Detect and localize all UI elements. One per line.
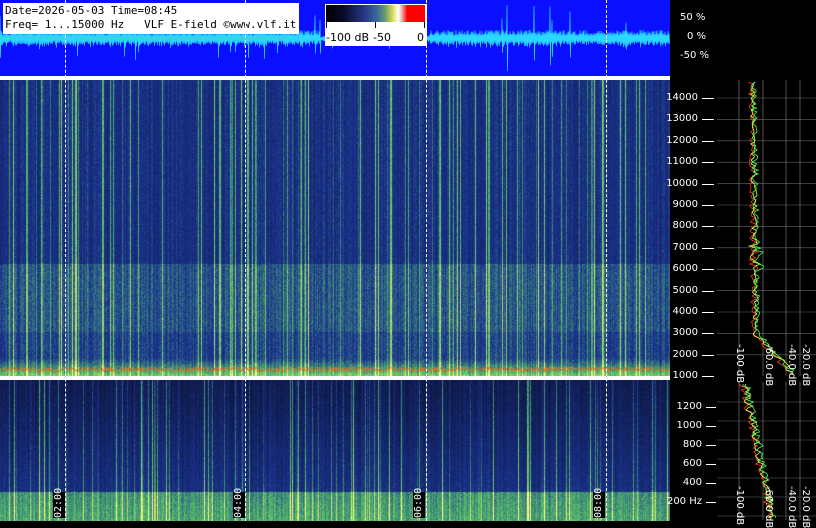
frequency-tick-label: 2000 xyxy=(672,348,698,360)
frequency-tick xyxy=(702,269,714,271)
color-scale-mid: -50 xyxy=(373,31,391,44)
vlf-spectrogram-display: Date=2026-05-03 Time=08:45 Freq= 1...150… xyxy=(0,0,816,528)
waveform-scale-0: 0 % xyxy=(687,31,707,42)
frequency-tick-label: 7000 xyxy=(672,241,698,253)
color-scale: -100 dB -50 0 xyxy=(325,4,427,46)
frequency-tick-label: 6000 xyxy=(672,263,698,275)
time-label: 02:00 xyxy=(53,487,65,518)
time-gridline xyxy=(606,0,607,521)
frequency-tick-label: 1000 xyxy=(676,420,702,431)
frequency-tick xyxy=(702,162,714,164)
frequency-tick-label: 8000 xyxy=(672,220,698,232)
frequency-tick xyxy=(702,376,714,378)
time-gridline xyxy=(65,0,66,521)
psd-level-label: -40.0 dB xyxy=(786,344,797,387)
time-label: 08:00 xyxy=(593,487,605,518)
date-time-label: Date=2026-05-03 Time=08:45 xyxy=(5,4,178,17)
frequency-tick xyxy=(706,445,716,446)
info-box: Date=2026-05-03 Time=08:45 Freq= 1...150… xyxy=(3,3,300,34)
psd-level-label: -20.0 dB xyxy=(800,486,811,528)
frequency-tick xyxy=(702,333,714,335)
time-gridline xyxy=(426,0,427,521)
frequency-tick-label: 9000 xyxy=(672,199,698,210)
psd-level-label: -100 dB xyxy=(734,486,745,526)
frequency-tick xyxy=(702,247,714,249)
frequency-tick xyxy=(702,205,714,206)
psd-level-label: -20.0 dB xyxy=(800,344,811,387)
frequency-tick-label: 11000 xyxy=(666,156,698,168)
frequency-tick xyxy=(702,119,714,121)
psd-level-label: -40.0 dB xyxy=(786,486,797,528)
frequency-tick xyxy=(702,98,714,99)
color-scale-max: 0 xyxy=(417,31,424,44)
psd-panel-main xyxy=(717,80,816,376)
frequency-tick xyxy=(702,226,714,228)
frequency-tick-label: 200 Hz xyxy=(666,496,702,507)
waveform-scale-minus50: -50 % xyxy=(680,50,710,61)
time-label: 04:00 xyxy=(233,487,245,518)
frequency-tick-label: 600 xyxy=(682,458,702,469)
frequency-tick-label: 1000 xyxy=(672,370,698,382)
frequency-tick xyxy=(702,140,714,142)
frequency-tick xyxy=(706,407,716,408)
frequency-tick-label: 3000 xyxy=(672,327,698,339)
frequency-tick-label: 13000 xyxy=(666,113,698,125)
frequency-tick-label: 4000 xyxy=(672,306,698,317)
frequency-tick-label: 12000 xyxy=(666,134,698,146)
psd-level-label: -60.0 dB xyxy=(763,344,774,387)
frequency-tick xyxy=(706,502,716,503)
frequency-label: Freq= 1...15000 Hz VLF E-field ©www.vlf.… xyxy=(5,18,297,31)
color-scale-bar xyxy=(326,5,425,22)
psd-level-label: -100 dB xyxy=(734,344,745,384)
frequency-tick xyxy=(706,426,716,427)
time-gridline xyxy=(245,0,246,521)
frequency-tick xyxy=(706,483,716,484)
frequency-tick xyxy=(706,464,716,465)
frequency-tick-label: 5000 xyxy=(672,284,698,296)
waveform-scale-50: 50 % xyxy=(680,12,706,23)
frequency-tick-label: 10000 xyxy=(666,177,698,189)
spectrogram-low xyxy=(0,380,670,521)
frequency-tick-label: 800 xyxy=(682,439,702,450)
frequency-tick xyxy=(702,312,714,313)
time-label: 06:00 xyxy=(413,487,425,518)
color-scale-min: -100 dB xyxy=(326,31,369,44)
frequency-tick xyxy=(702,183,714,185)
frequency-tick-label: 14000 xyxy=(666,92,698,103)
frequency-tick xyxy=(702,354,714,356)
psd-level-label: -60.0 dB xyxy=(763,486,774,528)
frequency-tick xyxy=(702,290,714,292)
spectrogram-main xyxy=(0,80,670,376)
frequency-tick-label: 1200 xyxy=(676,401,702,412)
frequency-tick-label: 400 xyxy=(682,477,702,488)
